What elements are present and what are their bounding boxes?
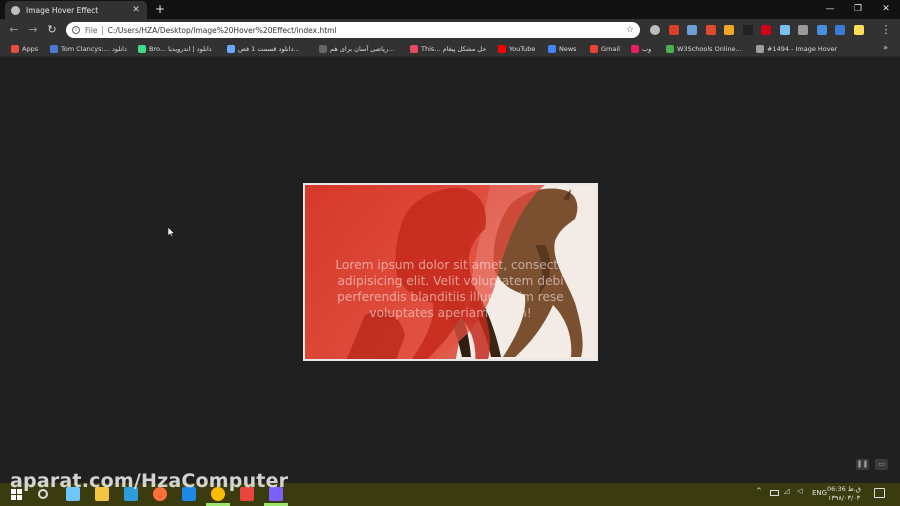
bookmark-item[interactable]: Tom Clancys:... دانلود (50, 44, 127, 54)
tab-strip: Image Hover Effect ✕ + — ❐ ✕ (0, 0, 900, 19)
back-button[interactable]: ← (7, 23, 21, 37)
site-favicon-icon (756, 45, 764, 53)
heart-icon (410, 45, 418, 53)
bookmark-item[interactable]: #1494 - Image Hover (756, 44, 837, 54)
battery-icon[interactable] (770, 490, 779, 496)
volume-icon[interactable]: ◁ (797, 487, 802, 495)
bookmark-label: W3Schools Online... (677, 45, 742, 53)
bookmark-label: Apps (22, 45, 39, 53)
tab-image-hover-effect[interactable]: Image Hover Effect ✕ (5, 1, 147, 19)
video-player-controls: ❚❚ ▭ (856, 459, 888, 470)
bookmark-label: Gmail (601, 45, 620, 53)
extension-icon[interactable] (724, 25, 734, 35)
globe-icon (11, 5, 20, 15)
extension-icon[interactable] (779, 25, 790, 35)
bookmark-star-icon[interactable]: ☆ (626, 25, 634, 35)
w3schools-icon (666, 45, 674, 53)
overlay-text-line: Lorem ipsum dolor sit amet, consecte (335, 258, 566, 272)
card-overlay-text: Lorem ipsum dolor sit amet, consecte adi… (311, 257, 590, 321)
extension-icon[interactable] (816, 25, 827, 35)
bookmark-label: وب (642, 45, 652, 53)
close-tab-button[interactable]: ✕ (131, 5, 141, 15)
close-window-button[interactable]: ✕ (872, 0, 900, 19)
extension-icon[interactable] (853, 25, 864, 35)
bookmark-item[interactable]: Apps (11, 44, 38, 54)
fullscreen-icon[interactable]: ▭ (875, 459, 888, 470)
minimize-button[interactable]: — (816, 0, 844, 19)
bookmark-label: ریاضی آسان برای هم... (330, 45, 395, 53)
site-favicon-icon (631, 45, 639, 53)
address-divider (101, 25, 103, 35)
language-indicator[interactable]: ENG (812, 489, 827, 497)
pause-icon[interactable]: ❚❚ (856, 459, 869, 470)
bookmark-item[interactable]: News (548, 44, 577, 54)
info-icon[interactable]: i (72, 26, 80, 34)
maximize-button[interactable]: ❐ (844, 0, 872, 19)
bookmark-label: Tom Clancys:... دانلود (61, 45, 127, 53)
bookmark-item[interactable]: This... حل مشکل پیغام (410, 44, 486, 54)
new-tab-button[interactable]: + (153, 2, 167, 16)
extension-icon[interactable] (687, 25, 697, 35)
browser-menu-button[interactable]: ⋮ (879, 23, 893, 37)
address-scheme: File (85, 25, 98, 35)
address-url[interactable]: C:/Users/HZA/Desktop/Image%20Hover%20Eff… (108, 26, 626, 35)
mouse-cursor-icon (168, 227, 175, 237)
site-favicon-icon (319, 45, 327, 53)
bookmark-label: #1494 - Image Hover (767, 45, 838, 53)
bookmark-label: YouTube (509, 45, 536, 53)
clock-date: ۱۳۹۸/۰۳/۰۳ (827, 494, 861, 502)
bookmark-label: This... حل مشکل پیغام (421, 45, 487, 53)
network-icon[interactable]: ◿ (784, 487, 789, 495)
overlay-text-line: voluptates aperiam quam! (369, 306, 532, 320)
extension-icon[interactable] (761, 25, 771, 35)
bookmark-item[interactable]: W3Schools Online... (666, 44, 742, 54)
extension-icon[interactable] (705, 25, 716, 35)
aparat-watermark: aparat.com/HzaComputer (10, 470, 289, 492)
site-favicon-icon (227, 45, 235, 53)
system-clock[interactable]: 06:36 ق.ظ ۱۳۹۸/۰۳/۰۳ (826, 485, 862, 503)
site-favicon-icon (50, 45, 58, 53)
bookmark-label: Bro... دانلود | اندرویدیا (149, 45, 212, 53)
reload-button[interactable]: ↻ (45, 23, 59, 37)
overlay-text-line: adipisicing elit. Velit voluptatem debi (337, 274, 564, 288)
browser-toolbar: ← → ↻ i File C:/Users/HZA/Desktop/Image%… (0, 19, 900, 41)
extension-icon[interactable] (835, 25, 845, 35)
bookmark-label: دانلود قسمت 1 فص... (238, 45, 300, 53)
clock-time: 06:36 ق.ظ (827, 485, 861, 493)
youtube-icon (498, 45, 506, 53)
bookmark-item[interactable]: Gmail (590, 44, 620, 54)
gmail-icon (590, 45, 598, 53)
bookmark-item[interactable]: ریاضی آسان برای هم... (319, 44, 394, 54)
page-viewport: Lorem ipsum dolor sit amet, consecte adi… (0, 57, 900, 483)
bookmark-item[interactable]: دانلود قسمت 1 فص... (227, 44, 300, 54)
extension-icon[interactable] (668, 25, 679, 35)
android-icon (138, 45, 146, 53)
extension-icon[interactable] (742, 25, 753, 35)
more-bookmarks-button[interactable]: » (883, 43, 888, 52)
tab-title: Image Hover Effect (26, 5, 99, 15)
image-hover-card[interactable]: Lorem ipsum dolor sit amet, consecte adi… (303, 183, 598, 361)
notification-icon[interactable] (874, 488, 885, 498)
tray-overflow-button[interactable]: ^ (756, 487, 762, 495)
bookmark-item[interactable]: Bro... دانلود | اندرویدیا (138, 44, 212, 54)
news-icon (548, 45, 556, 53)
address-bar[interactable]: i File C:/Users/HZA/Desktop/Image%20Hove… (66, 22, 640, 38)
forward-button[interactable]: → (26, 23, 40, 37)
overlay-text-line: perferendis blanditiis illum enim rese (337, 290, 564, 304)
bookmarks-bar: Apps Tom Clancys:... دانلود Bro... دانلود … (0, 41, 900, 57)
extension-icon[interactable] (798, 25, 808, 35)
apps-grid-icon (11, 45, 19, 53)
bookmark-item[interactable]: وب (631, 44, 651, 54)
bookmark-item[interactable]: YouTube (498, 44, 535, 54)
extension-icon[interactable] (650, 25, 660, 35)
bookmark-label: News (559, 45, 577, 53)
